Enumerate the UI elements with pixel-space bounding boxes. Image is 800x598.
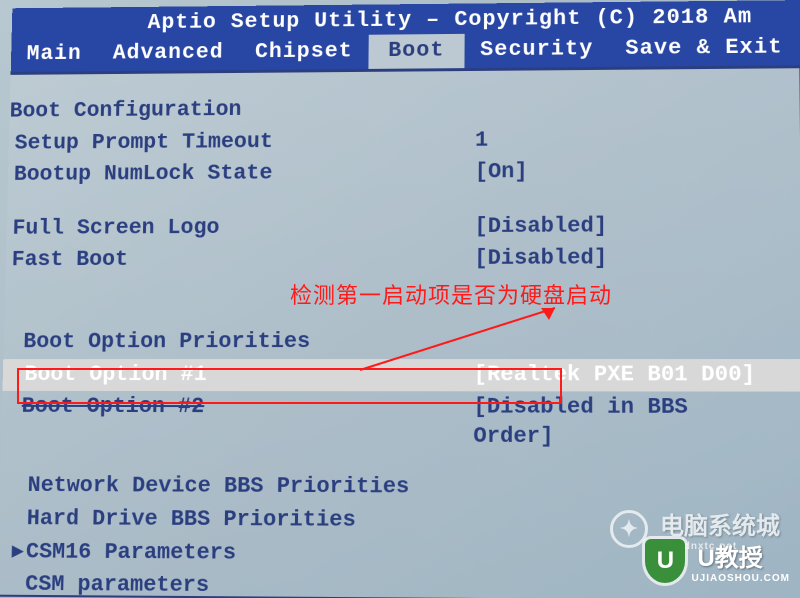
setting-setup-prompt-timeout[interactable]: Setup Prompt Timeout 1 bbox=[8, 122, 800, 159]
boot-option-2[interactable]: Boot Option #2 [Disabled in BBS Order] bbox=[1, 391, 800, 454]
cursor-marker-icon: ▸ bbox=[12, 538, 24, 567]
setting-value: [Disabled] bbox=[474, 212, 777, 242]
setting-label: Fast Boot bbox=[11, 245, 474, 275]
submenu-network-bbs[interactable]: Network Device BBS Priorities bbox=[0, 470, 800, 506]
setting-value: [On] bbox=[475, 157, 777, 187]
menu-security[interactable]: Security bbox=[464, 32, 609, 68]
menu-main[interactable]: Main bbox=[11, 37, 98, 72]
menu-advanced[interactable]: Advanced bbox=[97, 36, 240, 71]
menu-boot[interactable]: Boot bbox=[368, 34, 464, 69]
submenu-csm16-parameters[interactable]: ▸ CSM16 Parameters bbox=[0, 536, 800, 574]
submenu-csm-parameters[interactable]: CSM parameters bbox=[0, 569, 800, 598]
boot-option-1[interactable]: Boot Option #1 [Realtek PXE B01 D00] bbox=[2, 359, 800, 392]
section-boot-configuration: Boot Configuration bbox=[9, 90, 800, 128]
setting-fast-boot[interactable]: Fast Boot [Disabled] bbox=[5, 242, 800, 277]
setting-label: Full Screen Logo bbox=[12, 213, 474, 243]
setting-value: [Disabled] bbox=[474, 244, 777, 274]
menu-chipset[interactable]: Chipset bbox=[239, 35, 369, 70]
setting-bootup-numlock[interactable]: Bootup NumLock State [On] bbox=[8, 155, 800, 192]
setting-label: Bootup NumLock State bbox=[14, 159, 475, 190]
boot-option-value: [Realtek PXE B01 D00] bbox=[474, 361, 779, 390]
boot-option-label: Boot Option #1 bbox=[24, 361, 474, 390]
boot-option-label: Boot Option #2 bbox=[21, 393, 474, 451]
submenu-hard-drive-bbs[interactable]: Hard Drive BBS Priorities bbox=[0, 503, 800, 540]
main-panel: Boot Configuration Setup Prompt Timeout … bbox=[0, 65, 800, 598]
setting-full-screen-logo[interactable]: Full Screen Logo [Disabled] bbox=[6, 209, 800, 244]
boot-option-value: [Disabled in BBS Order] bbox=[473, 393, 779, 452]
setting-value: 1 bbox=[475, 125, 777, 155]
menu-save-exit[interactable]: Save & Exit bbox=[609, 31, 799, 67]
setting-label: Setup Prompt Timeout bbox=[14, 127, 475, 158]
section-boot-option-priorities: Boot Option Priorities bbox=[3, 326, 800, 359]
annotation-text: 检测第一启动项是否为硬盘启动 bbox=[290, 278, 612, 310]
